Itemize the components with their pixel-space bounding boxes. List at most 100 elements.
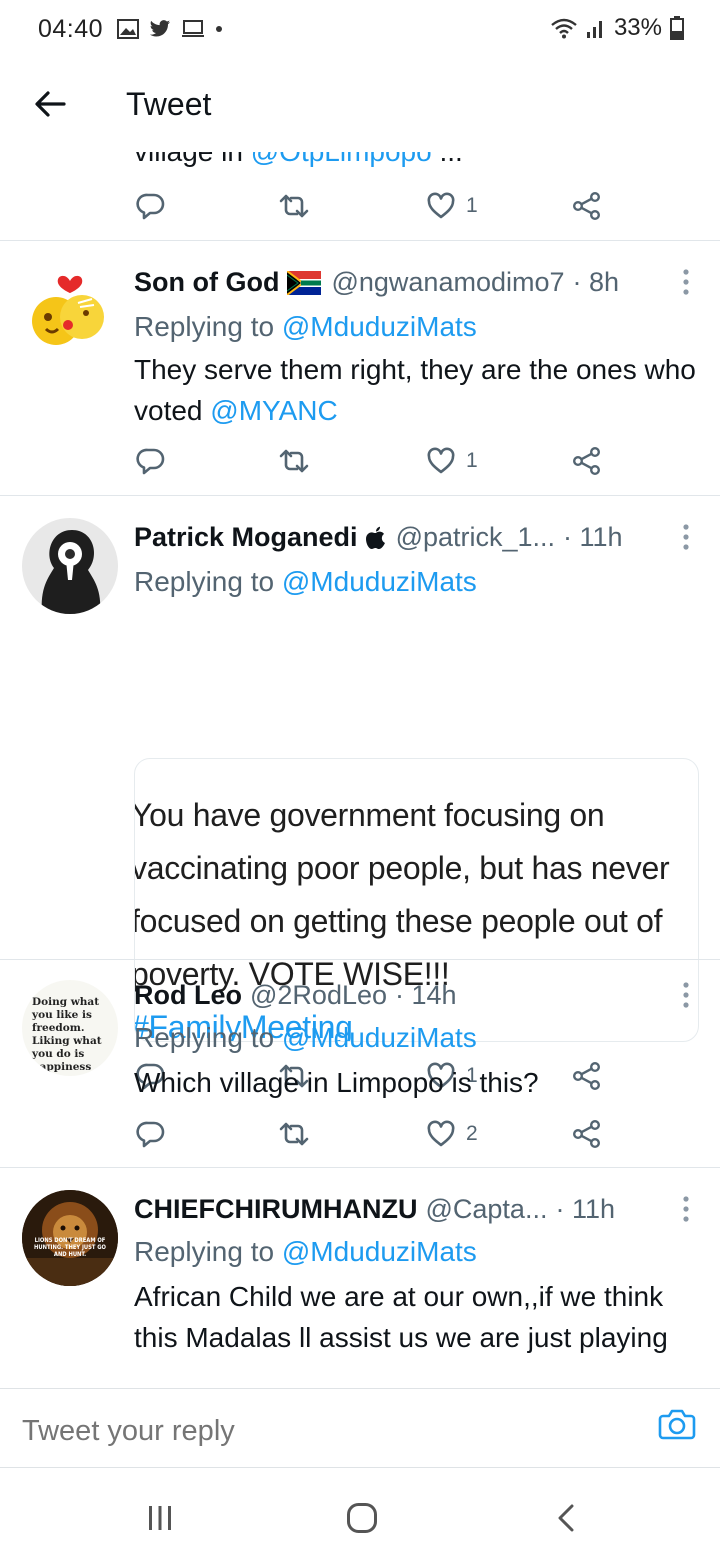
reply-icon: [136, 193, 165, 220]
like-count: 2: [466, 1122, 478, 1145]
timestamp: · 8h: [572, 267, 620, 297]
avatar[interactable]: LIONS DON'T DREAM OF HUNTING. THEY JUST …: [22, 1190, 118, 1286]
retweet-button[interactable]: [278, 441, 310, 481]
like-count: 1: [466, 449, 478, 472]
cut-tweet-text: village in @OtpLimpopo ...: [134, 152, 463, 168]
avatar[interactable]: [22, 518, 118, 614]
tweet-header: Tweet: [0, 58, 720, 152]
like-button[interactable]: 1: [426, 441, 478, 481]
camera-icon[interactable]: [658, 1405, 696, 1443]
nav-back-icon: [558, 1504, 574, 1532]
like-button[interactable]: 1: [426, 186, 478, 226]
share-icon: [573, 1120, 601, 1149]
tweet-meta: Son of God @ngwanamodimo7 · 8h: [134, 267, 619, 298]
reply-button[interactable]: [136, 441, 166, 481]
battery-icon: [670, 16, 684, 40]
battery-percent: 33%: [613, 14, 662, 41]
tweet-text: African Child we are at our own,,if we t…: [134, 1281, 668, 1353]
home-button[interactable]: [342, 1498, 382, 1538]
gallery-notification-icon: [117, 19, 140, 39]
tweet-meta: Rod Leo @2RodLeo · 14h: [134, 980, 457, 1011]
nav-back-button[interactable]: [546, 1498, 586, 1538]
tweet-item[interactable]: Doing what you like is freedom. Liking w…: [0, 960, 720, 1167]
tweet-actions: 2: [0, 1114, 720, 1154]
retweet-icon: [279, 449, 309, 473]
share-icon: [573, 447, 601, 476]
like-icon: [427, 192, 455, 219]
more-icon[interactable]: [682, 267, 690, 297]
mention-link[interactable]: @OtpLimpopo: [251, 152, 432, 167]
avatar-quote-text: Doing what you like is freedom. Liking w…: [32, 996, 102, 1073]
notification-icons: [117, 19, 223, 39]
avatar-quote-text: LIONS DON'T DREAM OF HUNTING. THEY JUST …: [34, 1238, 106, 1258]
like-count: 1: [466, 194, 478, 217]
share-icon: [573, 192, 601, 221]
back-arrow-icon: [35, 91, 66, 117]
timestamp: · 11h: [555, 1194, 615, 1224]
replying-to: Replying to @MduduziMats: [134, 311, 477, 342]
mention-link[interactable]: @MduduziMats: [282, 1022, 477, 1053]
twitter-notification-icon: [149, 20, 171, 37]
avatar[interactable]: Doing what you like is freedom. Liking w…: [22, 980, 118, 1076]
more-icon[interactable]: [682, 980, 690, 1010]
signal-icon: [586, 21, 602, 38]
handle[interactable]: @Capta...: [425, 1194, 547, 1225]
more-notifications-dot-icon: [216, 26, 223, 32]
tweet-item[interactable]: Patrick Moganedi @patrick_1... · 11h Rep…: [0, 496, 720, 1091]
tweet-actions: 1: [0, 186, 720, 226]
reply-input[interactable]: [22, 1415, 622, 1448]
more-icon[interactable]: [682, 1194, 690, 1224]
reply-button[interactable]: [136, 1114, 166, 1154]
tweet-item[interactable]: Son of God @ngwanamodimo7 · 8h Replying …: [0, 241, 720, 495]
apple-icon: [365, 526, 385, 549]
timestamp: · 11h: [563, 522, 623, 552]
tweet-item[interactable]: LIONS DON'T DREAM OF HUNTING. THEY JUST …: [0, 1168, 720, 1388]
mention-link[interactable]: @MduduziMats: [282, 311, 477, 342]
tweet-meta: CHIEFCHIRUMHANZU @Capta... · 11h: [134, 1194, 615, 1225]
handle[interactable]: @patrick_1...: [396, 522, 555, 553]
retweet-button[interactable]: [278, 1114, 310, 1154]
display-name[interactable]: Rod Leo: [134, 980, 242, 1011]
keyhole-head-avatar-icon: [22, 518, 118, 614]
reply-feed[interactable]: village in @OtpLimpopo ... 1: [0, 152, 720, 1388]
replying-to: Replying to @MduduziMats: [134, 1022, 477, 1053]
like-icon: [427, 1120, 455, 1147]
display-name[interactable]: Patrick Moganedi: [134, 522, 358, 553]
share-button[interactable]: [572, 441, 602, 481]
display-name[interactable]: Son of God: [134, 267, 279, 298]
avatar[interactable]: [22, 263, 118, 359]
share-button[interactable]: [572, 186, 602, 226]
tweet-text: Which village in Limpopo is this?: [134, 1067, 539, 1098]
tweet-actions: 1: [0, 441, 720, 481]
reply-composer: [0, 1388, 720, 1468]
timestamp: · 14h: [395, 980, 457, 1010]
reply-icon: [136, 1121, 165, 1148]
back-button[interactable]: [30, 84, 70, 124]
handle[interactable]: @2RodLeo: [250, 980, 387, 1011]
more-icon[interactable]: [682, 522, 690, 552]
tweet-text: They serve them right, they are the ones…: [134, 354, 696, 426]
page-title: Tweet: [126, 86, 212, 122]
status-time: 04:40: [38, 14, 104, 43]
like-icon: [427, 447, 455, 474]
mention-link[interactable]: @MYANC: [210, 395, 337, 426]
device-notification-icon: [182, 20, 205, 37]
system-nav-bar: [0, 1468, 720, 1560]
recents-button[interactable]: [140, 1498, 180, 1538]
mention-link[interactable]: @MduduziMats: [282, 1236, 477, 1267]
reply-button[interactable]: [136, 186, 166, 226]
handle[interactable]: @ngwanamodimo7: [331, 267, 564, 298]
retweet-icon: [279, 194, 309, 218]
reply-icon: [136, 448, 165, 475]
replying-to: Replying to @MduduziMats: [134, 1236, 477, 1267]
like-button[interactable]: 2: [426, 1114, 478, 1154]
retweet-icon: [279, 1122, 309, 1146]
display-name[interactable]: CHIEFCHIRUMHANZU: [134, 1194, 417, 1225]
emoji-kiss-avatar-icon: [22, 263, 118, 359]
south-africa-flag-icon: [287, 270, 322, 295]
mention-link[interactable]: @MduduziMats: [282, 566, 477, 597]
share-button[interactable]: [572, 1114, 602, 1154]
retweet-button[interactable]: [278, 186, 310, 226]
home-icon: [347, 1503, 377, 1533]
status-right: 33%: [550, 14, 684, 42]
